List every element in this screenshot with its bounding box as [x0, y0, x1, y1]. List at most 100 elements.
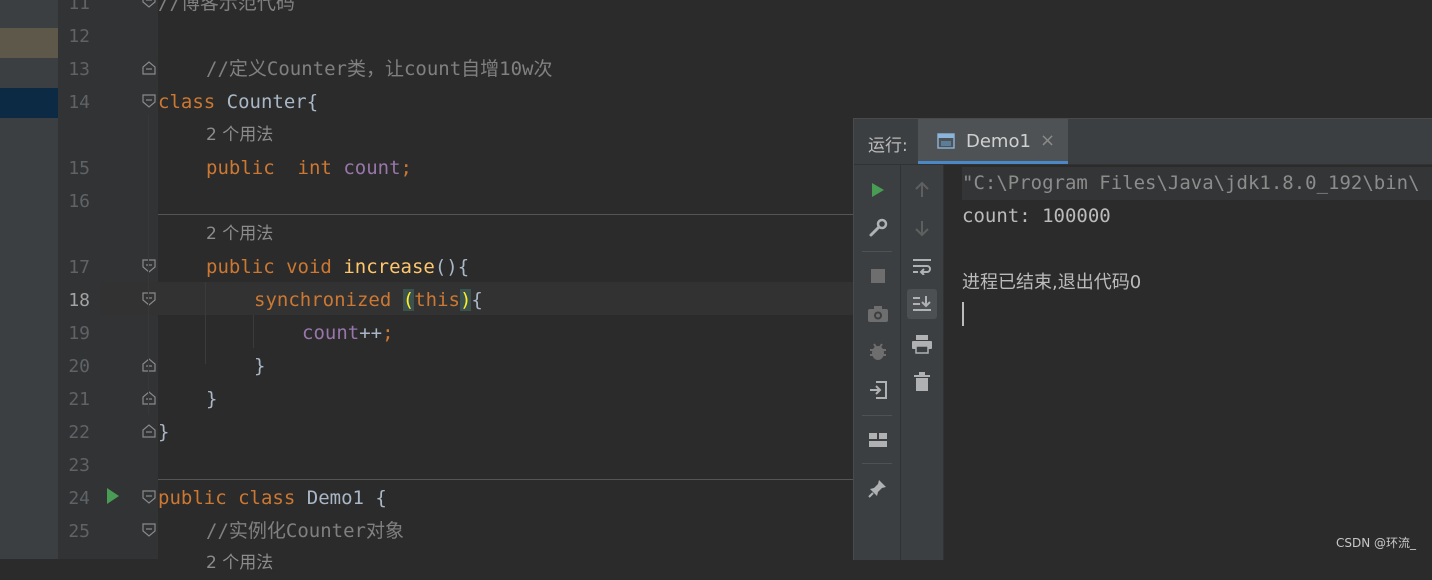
close-icon[interactable]: ×	[1040, 130, 1055, 151]
code-line[interactable]: class Counter{	[158, 86, 318, 119]
code-line[interactable]: public void increase(){	[206, 251, 469, 284]
fold-start-icon[interactable]	[142, 61, 156, 75]
fold-start-icon[interactable]	[142, 490, 156, 504]
code-line[interactable]: public class Demo1 {	[158, 482, 387, 515]
method-separator	[158, 479, 854, 480]
code-line[interactable]: synchronized (this){	[254, 284, 483, 317]
run-label: 运行:	[868, 136, 908, 156]
watermark: CSDN @环流_	[1335, 536, 1416, 550]
keyword: class	[238, 487, 296, 509]
punctuation: ;	[382, 322, 394, 344]
bookmark-marker	[0, 28, 58, 58]
console-command-line: "C:\Program Files\Java\jdk1.8.0_192\bin\	[962, 167, 1432, 200]
indent-guide	[205, 282, 206, 364]
code-line[interactable]: //定义Counter类，让count自增10w次	[206, 53, 552, 86]
line-number: 23	[68, 455, 90, 476]
toolbar-separator	[862, 463, 892, 464]
line-number: 21	[68, 389, 90, 410]
operator: ++	[359, 322, 383, 344]
fold-end-icon[interactable]	[142, 358, 156, 372]
console-output-line: count: 100000	[962, 205, 1111, 227]
keyword: synchronized	[254, 289, 392, 311]
code-line[interactable]: public int count;	[206, 152, 412, 185]
line-number: 22	[68, 422, 90, 443]
keyword: public	[206, 256, 275, 278]
soft-wrap-icon[interactable]	[907, 251, 937, 281]
login-icon[interactable]	[863, 375, 893, 405]
pin-icon[interactable]	[863, 473, 893, 503]
toolbar-separator	[862, 415, 892, 416]
class-name: Demo1	[306, 487, 364, 509]
console-output[interactable]: "C:\Program Files\Java\jdk1.8.0_192\bin\…	[944, 165, 1432, 560]
class-name: Counter	[226, 91, 307, 113]
fold-start-icon[interactable]	[142, 259, 156, 273]
camera-icon[interactable]	[863, 299, 893, 329]
tab-label: Demo1	[966, 131, 1031, 152]
keyword: public	[158, 487, 227, 509]
usage-hint[interactable]: 2 个用法	[206, 218, 273, 251]
code-line[interactable]: //实例化Counter对象	[206, 515, 404, 548]
line-number: 25	[68, 521, 90, 542]
code-line[interactable]: }	[158, 416, 169, 449]
keyword: void	[286, 256, 332, 278]
line-number: 14	[68, 92, 90, 113]
line-number: 16	[68, 191, 90, 212]
usage-hint[interactable]: 2 个用法	[206, 547, 273, 580]
line-number: 15	[68, 158, 90, 179]
run-toolbar-primary	[854, 165, 901, 560]
print-icon[interactable]	[907, 329, 937, 359]
toolbar-separator	[862, 251, 892, 252]
comment: //实例化Counter对象	[206, 520, 404, 542]
indent-guide	[148, 115, 149, 415]
brace: {	[306, 91, 319, 113]
line-number: 20	[68, 356, 90, 377]
comment: //定义Counter类，让count自增10w次	[206, 58, 553, 80]
brace: {	[363, 487, 387, 509]
method-separator	[158, 214, 854, 215]
brace: (){	[434, 256, 470, 278]
matched-paren: )	[459, 289, 472, 311]
code-line[interactable]: count++;	[302, 317, 394, 350]
layout-icon[interactable]	[863, 425, 893, 455]
console-window-icon	[937, 133, 955, 149]
line-number: 19	[68, 323, 90, 344]
line-number: 11	[68, 0, 90, 14]
keyword: this	[414, 289, 460, 311]
brace: {	[471, 289, 483, 311]
usage-hint[interactable]: 2 个用法	[206, 119, 273, 152]
run-main-icon[interactable]	[106, 487, 120, 505]
fold-start-icon[interactable]	[142, 292, 156, 306]
fold-end-icon[interactable]	[142, 424, 156, 438]
run-tool-window: 运行: Demo1 × "C:\Program Files\Java\jdk1.…	[853, 118, 1432, 560]
run-toolbar-secondary	[901, 165, 944, 560]
code-line[interactable]: }	[206, 383, 217, 416]
fold-start-icon[interactable]	[142, 94, 156, 108]
code-line[interactable]: }	[254, 350, 265, 383]
debug-bug-icon[interactable]	[863, 337, 893, 367]
text-caret	[962, 302, 964, 326]
method-name: increase	[343, 256, 435, 278]
up-arrow-icon[interactable]	[907, 175, 937, 205]
fold-end-icon[interactable]	[142, 0, 156, 8]
tab-demo1[interactable]: Demo1 ×	[918, 119, 1068, 164]
fold-start-icon[interactable]	[142, 523, 156, 537]
stop-icon[interactable]	[863, 261, 893, 291]
console-exit-line: 进程已结束,退出代码0	[962, 272, 1142, 293]
code-line[interactable]: //博客示范代码	[158, 0, 295, 20]
wrench-icon[interactable]	[863, 213, 893, 243]
line-number: 17	[68, 257, 90, 278]
keyword: int	[297, 157, 332, 179]
scroll-to-end-icon[interactable]	[907, 289, 937, 319]
keyword: class	[158, 91, 216, 113]
indent-guide	[253, 315, 254, 348]
comment: //博客示范代码	[158, 0, 295, 14]
rerun-icon[interactable]	[863, 175, 893, 205]
fold-end-icon[interactable]	[142, 391, 156, 405]
line-number: 12	[68, 26, 90, 47]
trash-icon[interactable]	[907, 367, 937, 397]
punctuation: ;	[400, 157, 412, 179]
line-number: 18	[68, 290, 90, 311]
field-name: count	[343, 157, 401, 179]
field-name: count	[302, 322, 360, 344]
down-arrow-icon[interactable]	[907, 213, 937, 243]
